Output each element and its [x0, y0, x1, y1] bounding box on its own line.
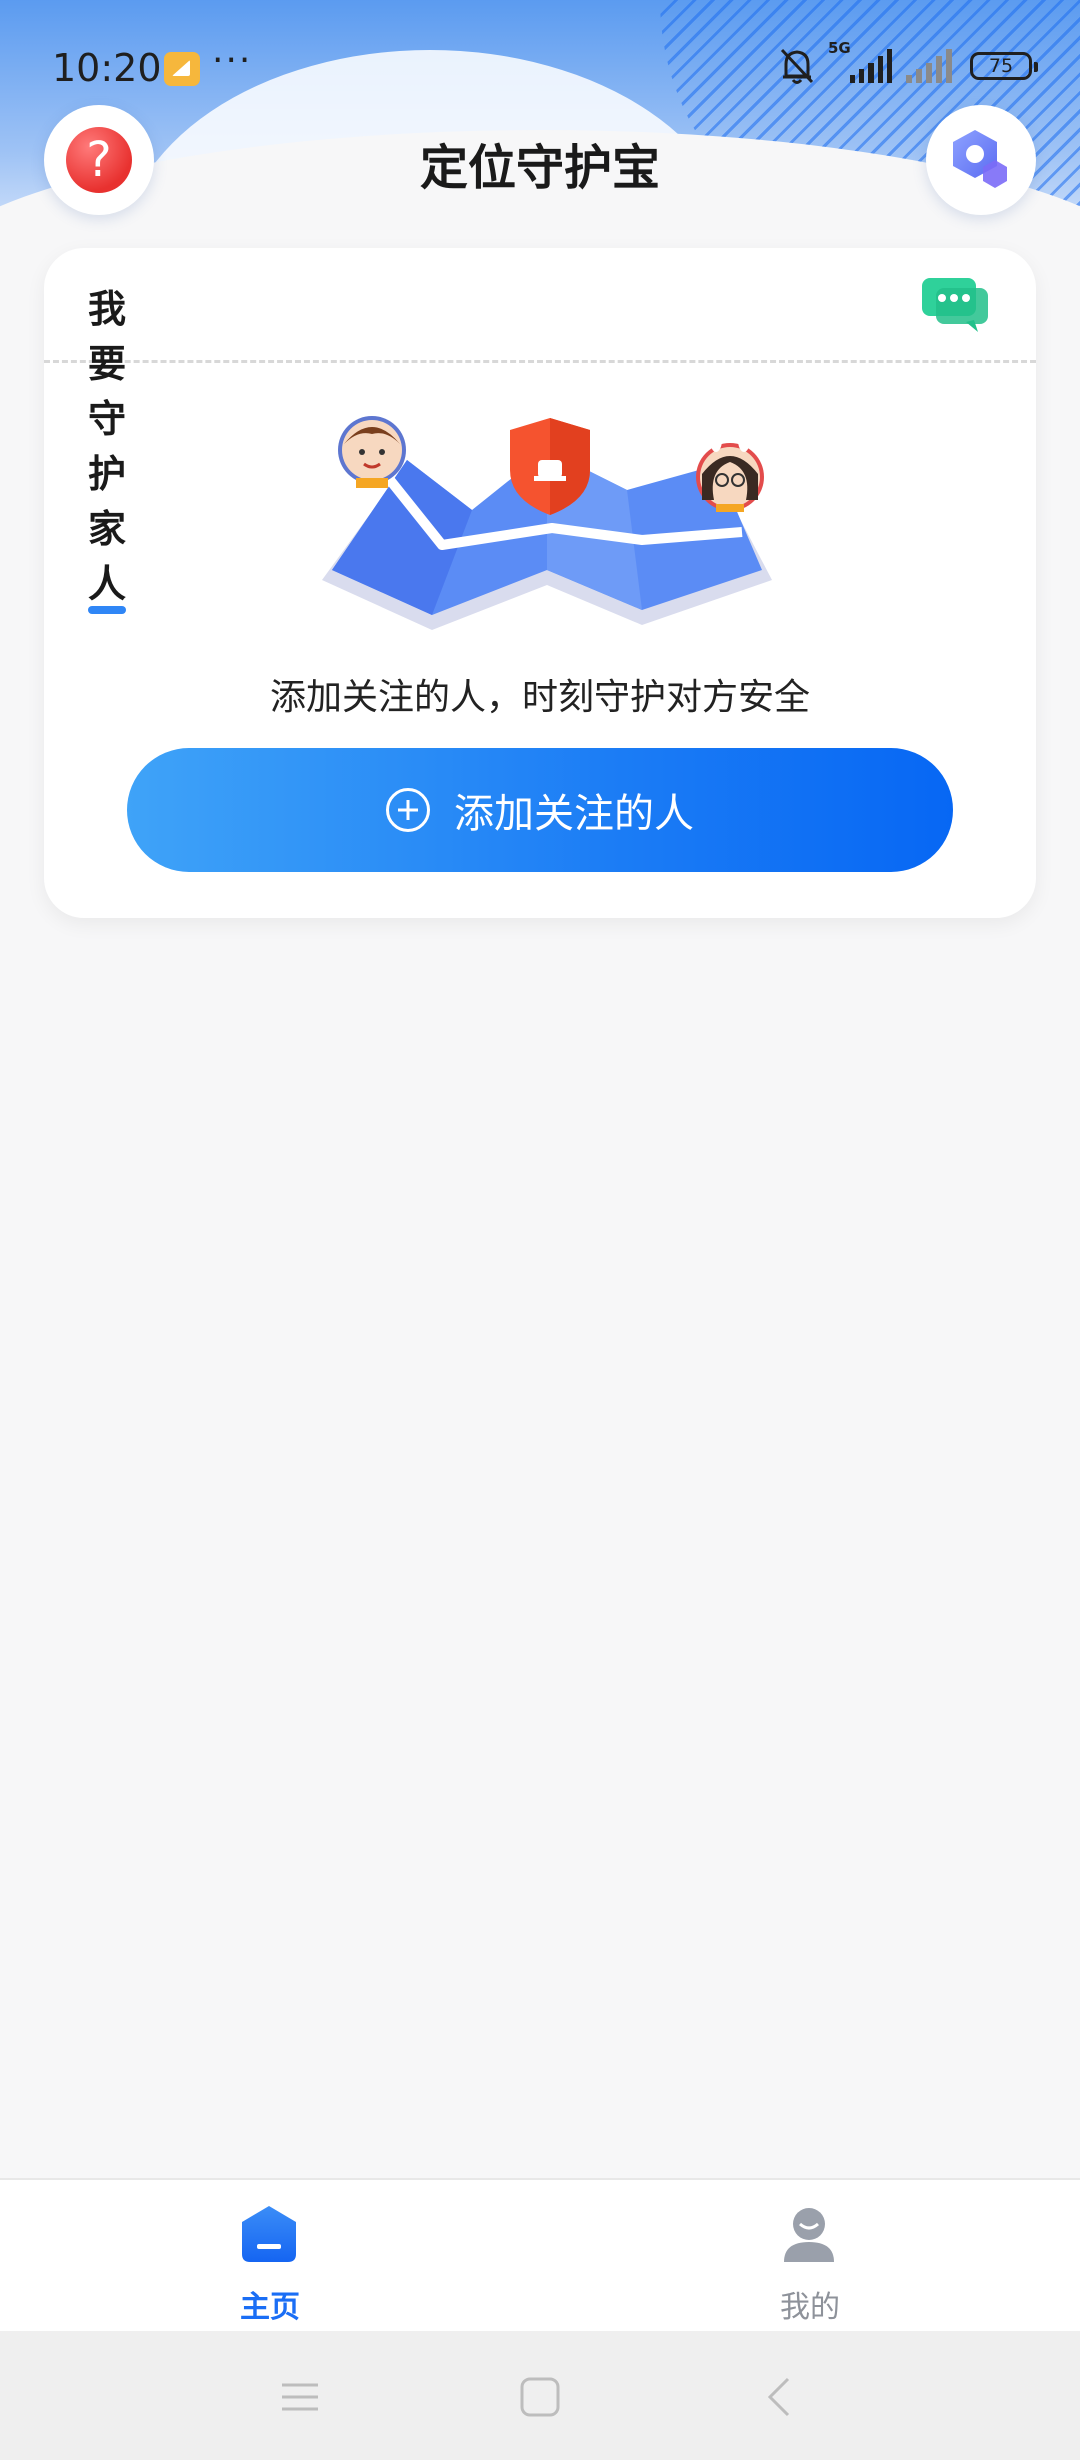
- card-tip-text: 添加关注的人，时刻守护对方安全: [269, 677, 810, 718]
- back-icon[interactable]: [756, 2373, 804, 2421]
- network-type-label: 5G: [828, 39, 851, 57]
- card-title: 我要守护家人: [88, 278, 127, 614]
- page-title: 定位守护宝: [419, 140, 660, 196]
- add-follow-person-button[interactable]: 添加关注的人: [127, 748, 953, 872]
- user-icon: [784, 2208, 834, 2262]
- add-button-label: 添加关注的人: [454, 791, 694, 837]
- card-divider: [44, 360, 1036, 363]
- home-square-icon[interactable]: [516, 2373, 564, 2421]
- status-time: 10:20: [52, 46, 162, 90]
- signal-5g-icon: 5G: [828, 39, 893, 83]
- tab-mine[interactable]: 我的: [540, 2180, 1080, 2333]
- status-icons: 5G 75: [778, 39, 1038, 88]
- battery-level: 75: [988, 55, 1014, 77]
- home-icon: [242, 2206, 296, 2262]
- menu-icon[interactable]: [276, 2373, 324, 2421]
- chat-bubble-icon[interactable]: [922, 276, 988, 332]
- bell-off-icon: [780, 48, 814, 84]
- hexagon-settings-icon: [953, 130, 1007, 188]
- tab-home-label: 主页: [240, 2290, 300, 2325]
- settings-button[interactable]: [926, 105, 1036, 215]
- guard-family-card: 我要守护家人 添加关注的人，时刻守护对方安全 添加关注的人: [44, 248, 1036, 918]
- status-bar: 10:20 ··· 5G 75: [0, 0, 1080, 130]
- system-navigation-bar: [0, 2331, 1080, 2460]
- tab-home[interactable]: 主页: [0, 2180, 540, 2333]
- app-notification-icon: [164, 52, 200, 86]
- battery-icon: 75: [970, 52, 1038, 80]
- signal-weak-icon: [906, 49, 956, 83]
- status-more-indicator: ···: [212, 40, 253, 81]
- tab-mine-label: 我的: [780, 2290, 840, 2325]
- bottom-tab-bar: 主页 我的: [0, 2178, 1080, 2333]
- plus-circle-icon: [386, 788, 430, 832]
- map-with-shield-and-family-illustration: [322, 416, 772, 630]
